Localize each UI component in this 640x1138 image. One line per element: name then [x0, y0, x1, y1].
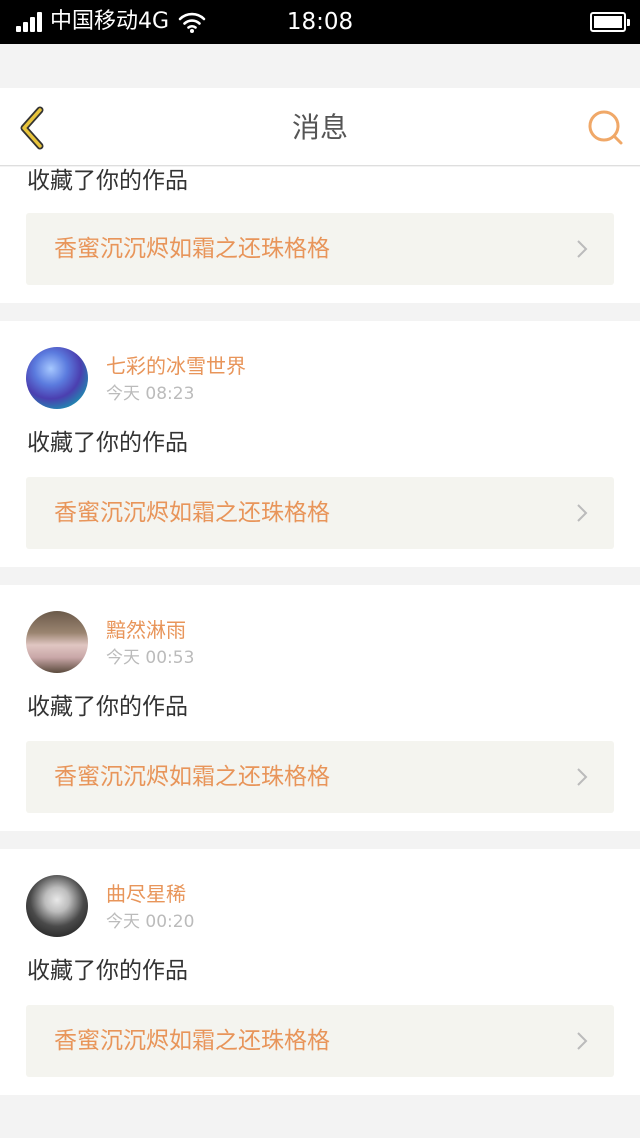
search-icon[interactable]	[586, 108, 626, 148]
username[interactable]: 曲尽星稀	[106, 882, 186, 906]
clock: 18:08	[286, 9, 354, 35]
timestamp: 今天 00:53	[106, 648, 195, 668]
timestamp: 今天 00:20	[106, 912, 195, 932]
message-card: 黯然淋雨 今天 00:53 收藏了你的作品 香蜜沉沉烬如霜之还珠格格	[0, 585, 640, 831]
work-title: 香蜜沉沉烬如霜之还珠格格	[54, 500, 330, 526]
message-action-text: 收藏了你的作品	[27, 958, 188, 984]
avatar[interactable]	[26, 875, 88, 937]
message-card: 曲尽星稀 今天 00:20 收藏了你的作品 香蜜沉沉烬如霜之还珠格格	[0, 849, 640, 1095]
username[interactable]: 黯然淋雨	[106, 618, 186, 642]
message-action-text: 收藏了你的作品	[27, 694, 188, 720]
message-card: 七彩的冰雪世界 今天 08:23 收藏了你的作品 香蜜沉沉烬如霜之还珠格格	[0, 321, 640, 567]
timestamp: 今天 08:23	[106, 384, 195, 404]
work-link[interactable]: 香蜜沉沉烬如霜之还珠格格	[26, 1005, 614, 1077]
work-title: 香蜜沉沉烬如霜之还珠格格	[54, 236, 330, 262]
nav-bar: 消息	[0, 88, 640, 166]
message-card: 收藏了你的作品 香蜜沉沉烬如霜之还珠格格	[0, 167, 640, 303]
message-action-text: 收藏了你的作品	[27, 430, 188, 456]
username[interactable]: 七彩的冰雪世界	[106, 354, 246, 378]
chevron-right-icon	[577, 504, 588, 522]
chevron-right-icon	[577, 768, 588, 786]
work-link[interactable]: 香蜜沉沉烬如霜之还珠格格	[26, 213, 614, 285]
work-title: 香蜜沉沉烬如霜之还珠格格	[54, 1028, 330, 1054]
work-link[interactable]: 香蜜沉沉烬如霜之还珠格格	[26, 477, 614, 549]
battery-icon	[590, 12, 630, 32]
chevron-right-icon	[577, 1032, 588, 1050]
chevron-right-icon	[577, 240, 588, 258]
page-title: 消息	[291, 111, 348, 144]
message-action-text: 收藏了你的作品	[27, 168, 188, 194]
avatar[interactable]	[26, 347, 88, 409]
work-link[interactable]: 香蜜沉沉烬如霜之还珠格格	[26, 741, 614, 813]
status-bar: 中国移动4G 18:08	[0, 0, 640, 44]
avatar[interactable]	[26, 611, 88, 673]
work-title: 香蜜沉沉烬如霜之还珠格格	[54, 764, 330, 790]
